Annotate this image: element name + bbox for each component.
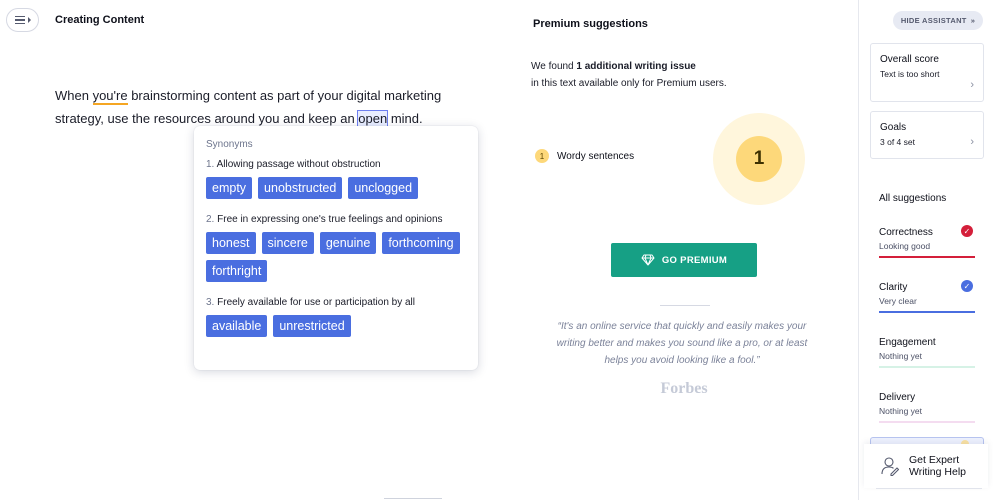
synonym-chip[interactable]: empty <box>206 177 253 199</box>
found-suffix: in this text available only for Premium … <box>531 78 727 89</box>
synonyms-popup: Synonyms 1. Allowing passage without obs… <box>194 126 478 370</box>
document-title[interactable]: Creating Content <box>55 14 144 26</box>
category-status: Nothing yet <box>879 351 922 361</box>
definition-text: Freely available for use or participatio… <box>217 297 416 308</box>
premium-issue-row: 1 Wordy sentences <box>535 149 634 163</box>
go-premium-button[interactable]: GO PREMIUM <box>611 243 757 277</box>
chevron-right-icon: › <box>970 79 974 91</box>
testimonial-quote: “It's an online service that quickly and… <box>556 321 808 366</box>
app-window: Creating Content When you're brainstormi… <box>0 0 1000 500</box>
category-name: Engagement <box>879 337 936 348</box>
premium-found-text: We found 1 additional writing issue in t… <box>531 58 727 92</box>
synonym-chip[interactable]: unobstructed <box>258 177 343 199</box>
definition-text: Allowing passage without obstruction <box>216 159 381 170</box>
card-title: Overall score <box>880 54 939 65</box>
card-subtitle: 3 of 4 set <box>880 137 915 147</box>
synonym-chip[interactable]: forthcoming <box>382 232 460 254</box>
expert-label-line1: Get Expert <box>909 454 960 466</box>
forbes-logo: Forbes <box>660 380 708 397</box>
issue-count-halo: 1 <box>713 113 805 205</box>
category-status: Very clear <box>879 296 917 306</box>
synonyms-title: Synonyms <box>206 139 253 150</box>
synonym-chip[interactable]: unrestricted <box>273 315 351 337</box>
chevron-right-icon: › <box>970 136 974 148</box>
synonym-definition: 2. Free in expressing one's true feeling… <box>206 214 466 225</box>
category-engagement[interactable]: Engagement Nothing yet <box>879 337 975 368</box>
definition-number: 3. <box>206 297 215 308</box>
category-name: Delivery <box>879 392 916 403</box>
card-title: Goals <box>880 122 907 133</box>
issue-label: Wordy sentences <box>557 150 635 162</box>
synonym-definition: 3. Freely available for use or participa… <box>206 297 466 308</box>
category-delivery[interactable]: Delivery Nothing yet <box>879 392 975 423</box>
synonym-chip[interactable]: sincere <box>261 232 314 254</box>
category-clarity[interactable]: Clarity Very clear ✓ <box>879 280 975 313</box>
text-segment: When <box>55 88 93 103</box>
category-bar <box>879 256 975 258</box>
card-subtitle: Text is too short <box>880 69 940 79</box>
hamburger-icon <box>14 16 25 24</box>
synonym-chip-group: honest sincere genuine forthcoming forth… <box>206 232 466 282</box>
synonym-chip[interactable]: honest <box>206 232 256 254</box>
issue-count-circle: 1 <box>736 136 782 182</box>
found-prefix: We found <box>531 61 577 72</box>
definition-number: 2. <box>206 214 215 225</box>
premium-divider <box>660 305 710 306</box>
hide-assistant-label: HIDE ASSISTANT <box>900 16 967 25</box>
expert-label: Get Expert Writing Help <box>909 454 966 478</box>
category-bar <box>879 311 975 313</box>
category-status: Nothing yet <box>879 406 922 416</box>
checkmark-icon: ✓ <box>961 280 973 292</box>
synonym-chip[interactable]: genuine <box>319 232 377 254</box>
issue-count-badge: 1 <box>535 149 549 163</box>
go-premium-label: GO PREMIUM <box>661 254 728 266</box>
synonym-chip[interactable]: forthright <box>206 260 268 282</box>
overall-score-card[interactable]: Overall score Text is too short › <box>870 43 984 102</box>
definition-number: 1. <box>206 159 215 170</box>
diamond-icon <box>641 254 655 266</box>
all-suggestions-heading[interactable]: All suggestions <box>879 193 946 204</box>
double-chevron-right-icon: » <box>970 16 976 25</box>
category-bar <box>879 421 975 423</box>
highlighted-word-youre[interactable]: you're <box>92 88 128 105</box>
expert-label-line2: Writing Help <box>909 466 966 478</box>
definition-text: Free in expressing one's true feelings a… <box>217 214 443 225</box>
found-count: 1 additional writing issue <box>576 61 696 72</box>
premium-panel-title: Premium suggestions <box>533 18 648 30</box>
sidebar-divider <box>876 488 982 489</box>
text-segment: mind. <box>387 111 423 126</box>
menu-button[interactable] <box>6 8 39 32</box>
category-correctness[interactable]: Correctness Looking good ✓ <box>879 225 975 258</box>
synonym-chip-group: empty unobstructed unclogged <box>206 177 466 199</box>
document-body[interactable]: When you're brainstorming content as par… <box>55 84 475 130</box>
synonym-chip[interactable]: available <box>206 315 268 337</box>
expert-person-icon <box>881 457 900 476</box>
category-bar <box>879 366 975 368</box>
goals-card[interactable]: Goals 3 of 4 set › <box>870 111 984 159</box>
synonym-chip[interactable]: unclogged <box>348 177 419 199</box>
category-status: Looking good <box>879 241 931 251</box>
caret-right-icon <box>27 17 31 23</box>
selected-word-open[interactable]: open <box>357 110 389 127</box>
synonym-definition: 1. Allowing passage without obstruction <box>206 159 466 170</box>
editor-divider <box>384 498 442 499</box>
hide-assistant-button[interactable]: HIDE ASSISTANT » <box>893 11 983 30</box>
synonym-chip-group: available unrestricted <box>206 315 466 337</box>
checkmark-icon: ✓ <box>961 225 973 237</box>
expert-writing-help-button[interactable]: Get Expert Writing Help <box>864 444 988 488</box>
